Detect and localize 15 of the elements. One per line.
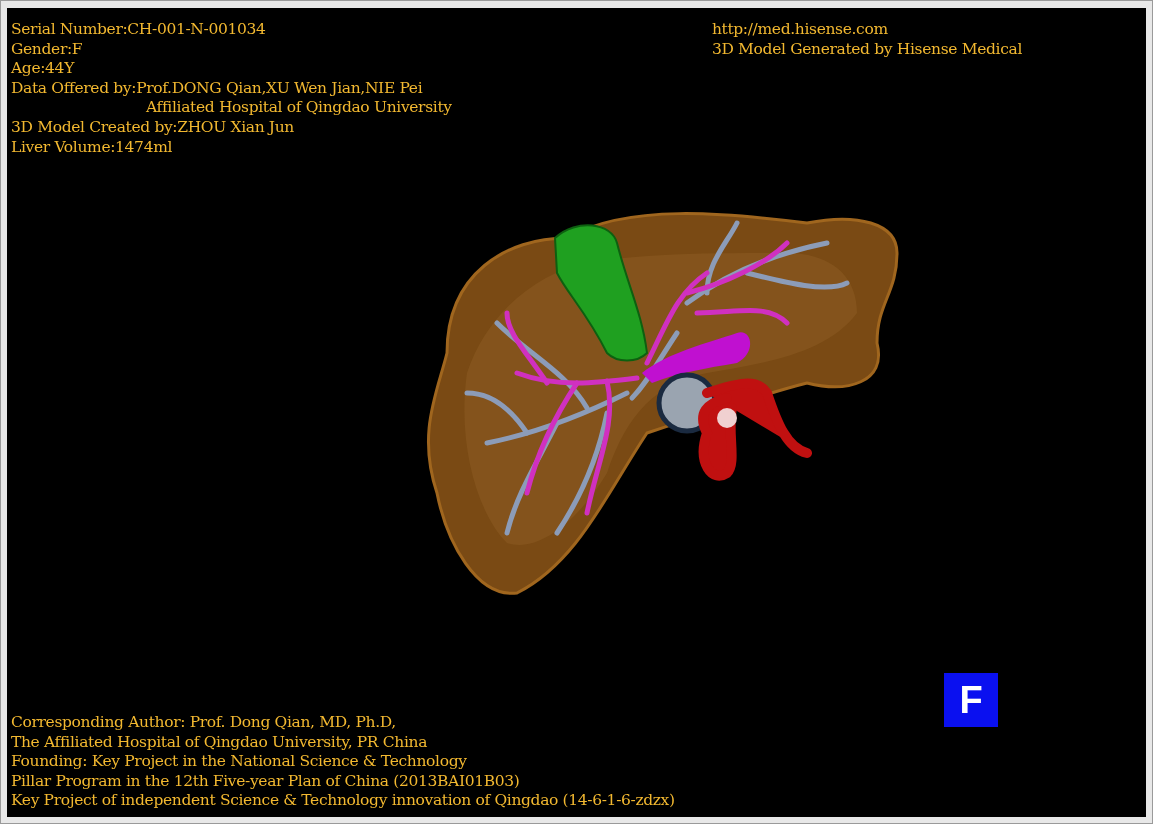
credit-text: Corresponding Author: Prof. Dong Qian, MD, Ph.D, <box>11 713 396 733</box>
source-text: http://med.hisense.com <box>711 20 888 40</box>
info-text: 3D Model Created by:ZHOU Xian Jun <box>11 117 294 138</box>
credit-text: Key Project of independent Science & Technology innovation of Qingdao (14-6-1-6-zdzx) <box>11 791 675 811</box>
info-text: Age:44Y <box>11 59 75 79</box>
info-text: Serial Number:CH-001-N-001034 <box>11 20 266 40</box>
info-text: Gender:F <box>11 39 83 60</box>
orientation-badge: F <box>944 673 998 728</box>
info-text: Affiliated Hospital of Qingdao University <box>145 98 452 118</box>
credit-text: The Affiliated Hospital of Qingdao University, PR China <box>11 732 428 753</box>
credit-text: Founding: Key Project in the National Science & Technology <box>11 752 467 772</box>
info-text: Liver Volume:1474ml <box>11 137 173 158</box>
source-text: 3D Model Generated by Hisense Medical <box>711 39 1022 60</box>
credit-text: Pillar Program in the 12th Five-year Plan of China (2013BAI01B03) <box>11 771 520 792</box>
info-text: Data Offered by:Prof.DONG Qian,XU Wen Jian,NIE Pei <box>11 78 423 99</box>
